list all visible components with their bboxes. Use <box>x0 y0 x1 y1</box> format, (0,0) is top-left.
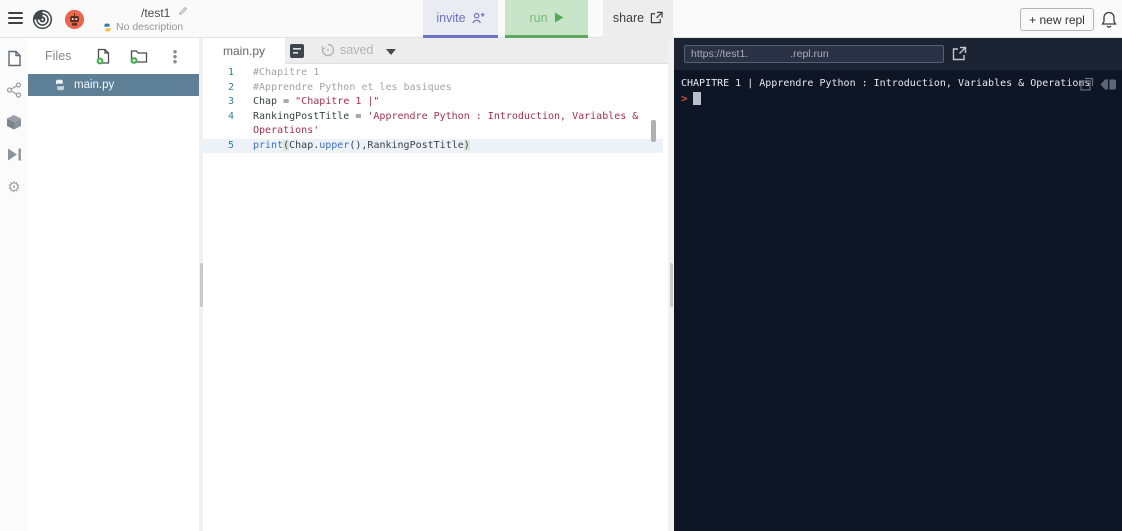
line-number: 2 <box>227 81 234 93</box>
left-icon-rail: ⚙ <box>0 38 28 531</box>
run-label: run <box>529 10 548 25</box>
settings-gear-icon[interactable]: ⚙ <box>0 174 28 200</box>
line-number: 1 <box>227 67 234 78</box>
line-number: 4 <box>227 110 234 122</box>
format-code-icon[interactable] <box>290 44 304 58</box>
console-output-area[interactable]: CHAPITRE 1 | Apprendre Python : Introduc… <box>674 70 1122 531</box>
code-line[interactable]: 3 Chap = "Chapitre 1 |" <box>203 95 663 110</box>
open-in-new-window-icon[interactable] <box>1080 77 1094 91</box>
open-url-external-icon[interactable] <box>952 46 967 61</box>
hamburger-menu-icon[interactable] <box>8 12 23 26</box>
console-prompt-row[interactable]: > <box>681 91 701 106</box>
replit-logo-icon[interactable] <box>32 9 53 30</box>
edit-title-pencil-icon[interactable] <box>178 6 188 16</box>
save-status-label: saved <box>340 43 374 57</box>
code-line[interactable]: Operations' <box>203 124 663 139</box>
share-label: share <box>612 10 645 25</box>
repl-title: /test1 <box>141 6 171 20</box>
repl-description: No description <box>116 21 184 33</box>
debugger-icon[interactable] <box>0 141 28 167</box>
console-pane: https://test1. .repl.run CHAPITRE 1 | App… <box>674 38 1122 531</box>
save-status: saved <box>321 43 373 57</box>
tab-main-py[interactable]: main.py <box>203 38 285 64</box>
repl-url-prefix: https://test1. <box>691 48 749 60</box>
python-file-icon <box>55 79 65 91</box>
code-editor-pane: main.py saved 1 #Chapitre 1 2 #Apprendre Py… <box>203 38 668 531</box>
share-export-icon <box>650 11 663 24</box>
line-number: 5 <box>227 139 234 151</box>
file-name: main.py <box>74 79 115 91</box>
files-panel-title: Files <box>45 49 72 63</box>
clear-console-icon[interactable] <box>1100 79 1117 90</box>
console-output-line: CHAPITRE 1 | Apprendre Python : Introduc… <box>681 78 1091 89</box>
files-panel: Files • • • main.py <box>28 38 199 531</box>
file-list-item-main-py[interactable]: main.py <box>28 74 199 96</box>
run-button[interactable]: run <box>505 0 588 38</box>
divider-drag-handle[interactable] <box>669 263 673 307</box>
user-avatar[interactable] <box>64 9 85 30</box>
add-file-icon[interactable] <box>94 47 112 65</box>
code-line[interactable]: 5 print(Chap.upper(),RankingPostTitle) <box>203 138 663 153</box>
new-repl-button[interactable]: + new repl <box>1020 8 1094 31</box>
packages-icon[interactable] <box>0 109 28 135</box>
code-line[interactable]: 4 RankingPostTitle = 'Apprendre Python : … <box>203 110 663 125</box>
version-control-icon[interactable] <box>0 77 28 103</box>
repl-url-suffix: .repl.run <box>790 48 829 60</box>
code-line[interactable]: 2 #Apprendre Python et les basiques <box>203 81 663 96</box>
share-button[interactable]: share <box>603 0 673 38</box>
invite-person-plus-icon <box>471 12 485 23</box>
editor-scrollbar[interactable] <box>651 120 656 142</box>
replit-workspace: /test1 No description invite run share +… <box>0 0 1122 531</box>
line-number: 3 <box>227 96 234 107</box>
line-number <box>203 124 240 139</box>
python-language-icon <box>104 23 111 31</box>
invite-button[interactable]: invite <box>423 0 498 38</box>
prompt-chevron: > <box>681 92 688 105</box>
code-line[interactable]: 1 #Chapitre 1 <box>203 66 663 81</box>
console-header: https://test1. .repl.run <box>674 38 1122 70</box>
topbar: /test1 No description invite run share +… <box>0 0 1122 38</box>
code-area[interactable]: 1 #Chapitre 1 2 #Apprendre Python et les ba… <box>203 66 663 153</box>
files-tool-icon[interactable] <box>0 45 28 71</box>
invite-label: invite <box>436 10 466 25</box>
add-folder-icon[interactable] <box>130 47 148 65</box>
editor-tabbar: main.py saved <box>203 38 668 64</box>
repl-url-input[interactable]: https://test1. .repl.run <box>684 45 944 63</box>
files-panel-header: Files • • • <box>28 38 199 72</box>
history-clock-icon <box>321 43 335 57</box>
run-play-icon <box>554 12 564 23</box>
terminal-cursor <box>692 92 701 105</box>
files-menu-kebab-icon[interactable]: • • • <box>166 45 184 68</box>
notifications-bell-icon[interactable] <box>1101 11 1117 28</box>
tab-options-caret-icon[interactable] <box>386 49 396 55</box>
